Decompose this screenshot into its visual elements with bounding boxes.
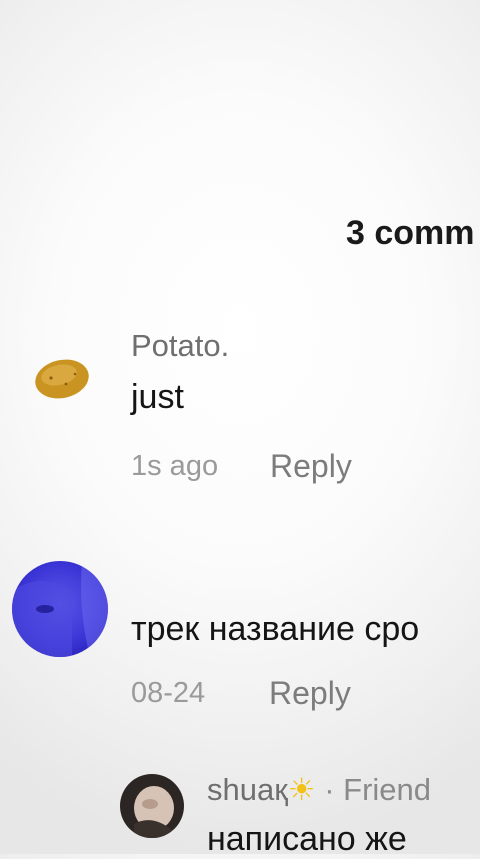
comment-text: just [131, 378, 184, 416]
avatar[interactable] [12, 561, 108, 657]
comment-timestamp: 1s ago [131, 450, 219, 482]
comment-timestamp: 08-24 [131, 677, 206, 709]
avatar[interactable] [120, 774, 184, 838]
reply-username-row: shuaқ☀ · Friend [207, 772, 431, 808]
reply-username[interactable]: shuaқ [207, 772, 288, 807]
comment-count-title: 3 comm [346, 214, 475, 252]
reply-text: написано же [207, 820, 407, 858]
reply-item: shuaқ☀ · Friend написано же [0, 770, 480, 858]
profile-photo-icon [120, 774, 184, 838]
avatar[interactable] [33, 356, 91, 402]
reply-button[interactable]: Reply [269, 675, 351, 712]
separator: · [315, 772, 344, 807]
reply-button[interactable]: Reply [270, 448, 352, 485]
potato-icon [35, 359, 89, 399]
friend-badge: Friend [343, 772, 432, 807]
comment-item: Potato. just 1s ago Reply [0, 320, 480, 500]
comment-text: трек название сро [131, 610, 420, 648]
profile-photo-icon [12, 561, 108, 657]
sun-emoji-icon: ☀ [287, 772, 316, 807]
comment-item: трек название сро 08-24 Reply [0, 555, 480, 725]
comment-username[interactable]: Potato. [131, 328, 229, 364]
